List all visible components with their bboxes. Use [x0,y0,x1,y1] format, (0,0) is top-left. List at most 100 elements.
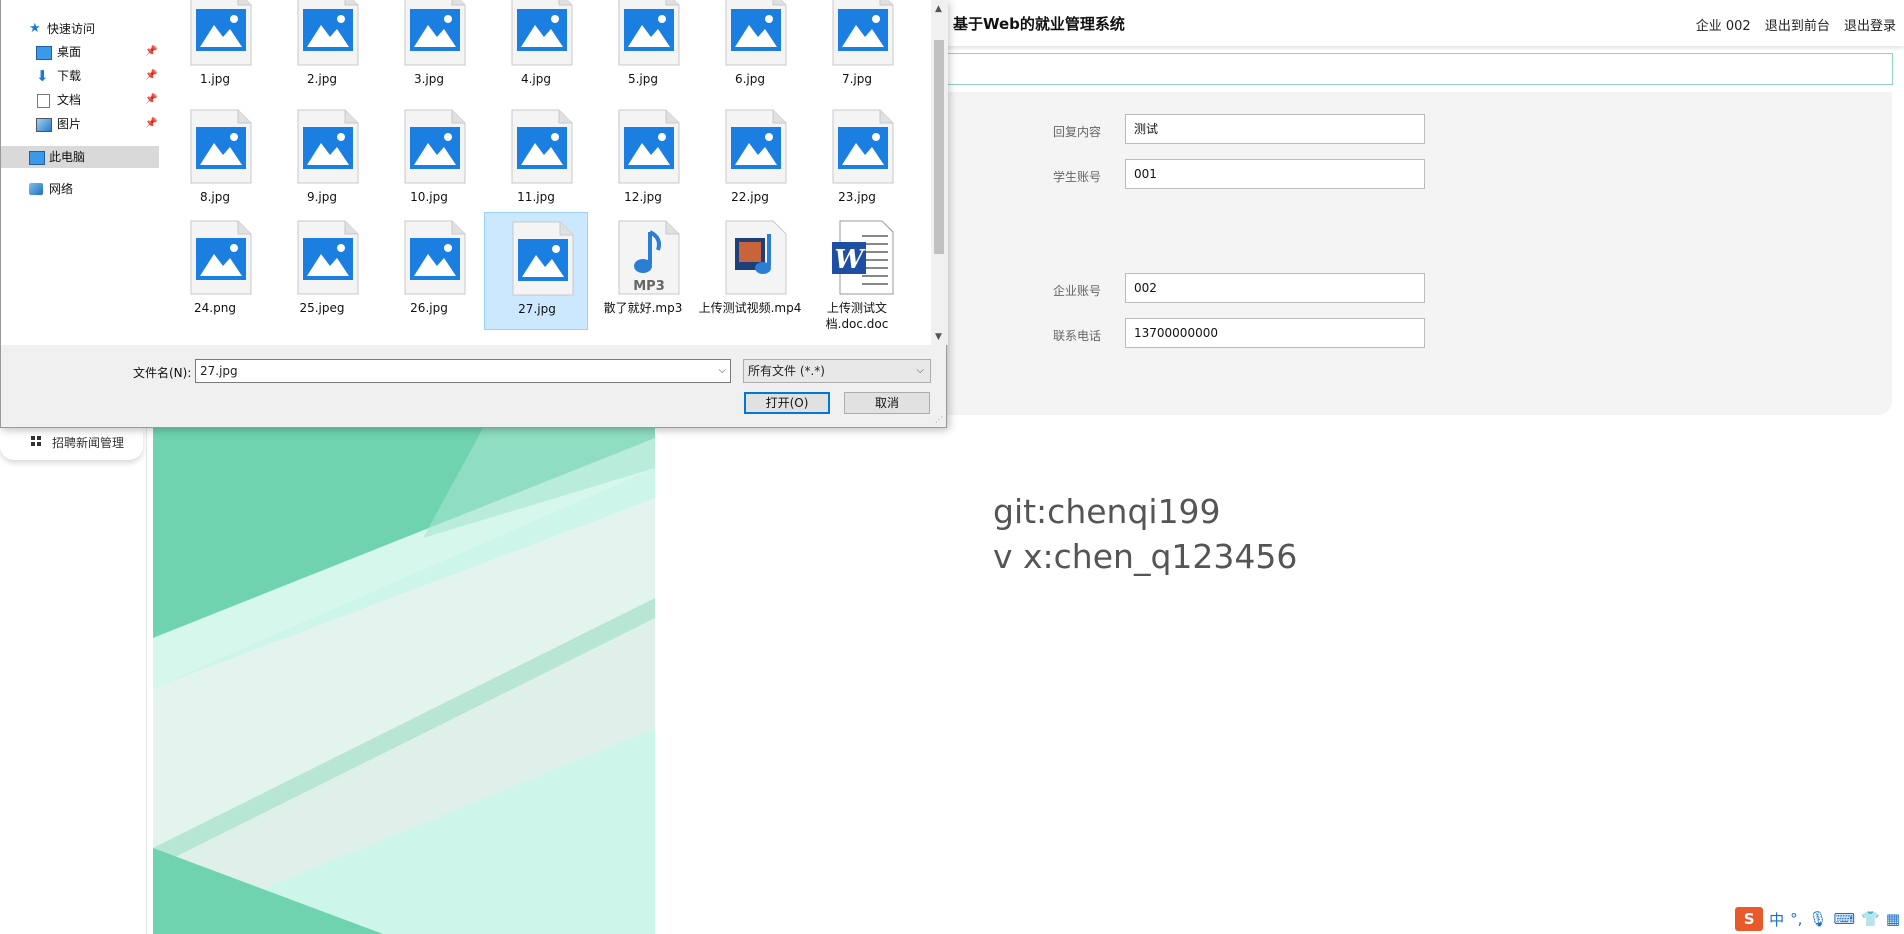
file-list: 1.jpg 2.jpg 3.jpg 4.jpg 5.jpg 6.jpg 7.jpg 8.jpg… [163,0,931,345]
file-item[interactable]: 25.jpeg [270,212,374,330]
computer-icon [29,151,45,165]
file-name: 4.jpg [520,72,552,86]
breadcrumb-bar [940,53,1893,85]
filename-value: 27.jpg [200,364,238,378]
sidebar-item-news-management[interactable]: 招聘新闻管理 [0,428,143,460]
filename-input[interactable]: 27.jpg ⌵ [195,359,731,383]
image-file-icon [404,109,466,184]
file-item[interactable]: 1.jpg [163,0,267,101]
file-name: 散了就好.mp3 [603,301,683,315]
image-file-icon [832,109,894,184]
student-account-input[interactable]: 001 [1125,159,1425,189]
file-item[interactable]: 4.jpg [484,0,588,101]
phone-input[interactable]: 13700000000 [1125,318,1425,348]
file-name: 26.jpg [410,301,448,315]
file-item[interactable]: 3.jpg [377,0,481,101]
vertical-scrollbar[interactable]: ▲ ▼ [931,0,948,345]
contact-watermark: git:chenqi199 v x:chen_q123456 [993,489,1297,579]
file-name: 11.jpg [517,190,555,204]
file-item[interactable]: 2.jpg [270,0,374,101]
file-item[interactable]: 10.jpg [377,101,481,219]
file-name: 25.jpeg [299,301,345,315]
nav-quick-access[interactable]: ★ 快速访问 [1,18,159,40]
back-to-front-link[interactable]: 退出到前台 [1765,19,1830,34]
desktop-icon [36,46,52,60]
logout-link[interactable]: 退出登录 [1844,19,1896,34]
pin-icon: 📌 [145,46,158,57]
file-item[interactable]: 27.jpg [484,212,588,330]
audio-file-icon: MP3 [618,220,680,295]
scrollbar-thumb[interactable] [934,40,944,254]
file-name: 2.jpg [306,72,338,86]
scroll-down-icon[interactable]: ▼ [935,332,942,342]
file-item[interactable]: 12.jpg [591,101,695,219]
nav-desktop[interactable]: 桌面 📌 [1,41,159,63]
file-name: 5.jpg [627,72,659,86]
file-item[interactable]: MP3 散了就好.mp3 [591,212,695,330]
cancel-button[interactable]: 取消 [844,392,930,414]
nav-this-pc[interactable]: 此电脑 [1,146,159,168]
image-file-icon [190,0,252,66]
image-file-icon [297,220,359,295]
toolbox-icon[interactable]: ▦ [1886,910,1900,928]
file-name: 7.jpg [841,72,873,86]
file-item[interactable]: W 上传测试文档.doc.doc [805,212,909,331]
divider [146,428,147,934]
microphone-icon[interactable]: 🎙 [1808,910,1827,928]
nav-label: 下载 [57,69,82,83]
app-title: 基于Web的就业管理系统 [953,15,1125,33]
star-icon: ★ [29,21,41,36]
background-decoration [153,428,655,934]
file-name: 上传测试文档.doc.doc [825,301,889,331]
file-item[interactable]: 8.jpg [163,101,267,219]
ime-mode-label[interactable]: 中 [1769,909,1784,930]
image-file-icon [190,220,252,295]
reply-content-input[interactable]: 测试 [1125,114,1425,144]
file-item[interactable]: 6.jpg [698,0,802,101]
nav-downloads[interactable]: ⬇ 下载 📌 [1,65,159,87]
form-row-student: 学生账号 001 [940,159,1540,191]
image-file-icon [297,0,359,66]
file-item[interactable]: 9.jpg [270,101,374,219]
nav-label: 快速访问 [47,22,96,36]
image-file-icon [725,109,787,184]
download-icon: ⬇ [36,67,49,85]
file-item[interactable]: 24.png [163,212,267,330]
open-button[interactable]: 打开(O) [744,392,830,414]
nav-pictures[interactable]: 图片 📌 [1,113,159,135]
picture-icon [36,118,52,132]
punctuation-icon[interactable]: °, [1790,910,1802,928]
image-file-icon [404,220,466,295]
file-item[interactable]: 26.jpg [377,212,481,330]
file-name: 9.jpg [306,190,338,204]
file-item[interactable]: 22.jpg [698,101,802,219]
file-item[interactable]: 5.jpg [591,0,695,101]
file-name: 8.jpg [199,190,231,204]
scroll-up-icon[interactable]: ▲ [935,4,942,14]
nav-documents[interactable]: 文档 📌 [1,89,159,111]
file-item[interactable]: 上传测试视频.mp4 [698,212,802,330]
company-account-input[interactable]: 002 [1125,273,1425,303]
file-name: 27.jpg [518,302,556,316]
nav-label: 网络 [49,182,74,196]
image-file-icon [512,221,574,296]
file-item[interactable]: 7.jpg [805,0,909,101]
skin-icon[interactable]: 👕 [1861,910,1880,928]
file-item[interactable]: 23.jpg [805,101,909,219]
file-item[interactable]: 11.jpg [484,101,588,219]
chevron-down-icon: ⌵ [916,365,924,376]
resize-grip-icon[interactable]: ⋰ [935,415,943,424]
svg-text:W: W [834,245,866,275]
image-file-icon [832,0,894,66]
app-header: 基于Web的就业管理系统 企业 002 退出到前台 退出登录 [940,0,1904,46]
file-type-select[interactable]: 所有文件 (*.*) ⌵ [743,359,931,383]
chevron-down-icon[interactable]: ⌵ [718,360,726,382]
nav-network[interactable]: 网络 [1,178,159,200]
image-file-icon [511,0,573,66]
filename-label: 文件名(N): [133,366,192,380]
keyboard-icon[interactable]: ⌨ [1833,910,1855,928]
document-icon [37,94,50,108]
sogou-logo-icon[interactable]: S [1735,907,1764,931]
image-file-icon [511,109,573,184]
word-file-icon: W [832,220,894,295]
